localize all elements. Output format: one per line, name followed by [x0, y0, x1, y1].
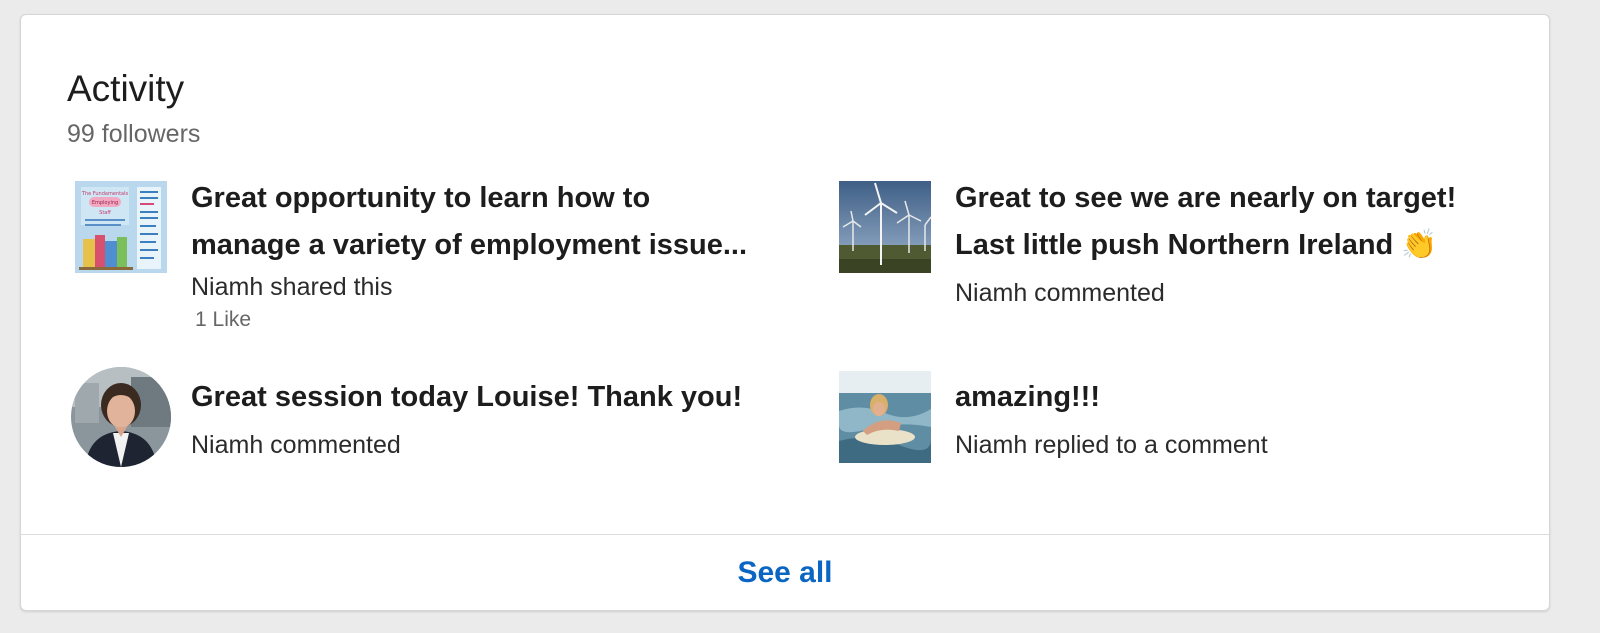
svg-text:The Fundamentals: The Fundamentals — [81, 191, 129, 197]
svg-text:Employing: Employing — [92, 200, 118, 206]
surfer-thumbnail[interactable] — [839, 371, 931, 463]
poster-thumbnail[interactable]: The Fundamentals Employing Staff — [75, 181, 167, 273]
svg-text:Staff: Staff — [99, 210, 111, 216]
activity-headline[interactable]: Great to see we are nearly on target! — [955, 175, 1456, 222]
section-title: Activity — [67, 68, 185, 109]
activity-actor: Niamh replied to a comment — [955, 431, 1268, 459]
wind-turbines-thumbnail[interactable] — [839, 181, 931, 273]
like-count[interactable]: 1 Like — [195, 306, 251, 334]
activity-headline[interactable]: Great session today Louise! Thank you! — [191, 374, 742, 421]
profile-photo[interactable] — [71, 367, 171, 467]
activity-headline-continued[interactable]: manage a variety of employment issue... — [191, 222, 747, 269]
activity-headline[interactable]: Great opportunity to learn how to — [191, 175, 650, 222]
activity-headline-continued[interactable]: Last little push Northern Ireland 👏 — [955, 222, 1437, 269]
activity-headline-text: Last little push Northern Ireland — [955, 229, 1394, 261]
activity-card: Activity 99 followers The Fundamentals E… — [20, 14, 1550, 611]
clapping-hands-emoji-icon: 👏 — [1401, 229, 1438, 261]
activity-actor: Niamh commented — [955, 279, 1165, 307]
activity-actor: Niamh commented — [191, 431, 401, 459]
activity-headline[interactable]: amazing!!! — [955, 374, 1100, 421]
activity-actor: Niamh shared this — [191, 273, 393, 301]
followers-count[interactable]: 99 followers — [67, 118, 200, 150]
see-all-button[interactable]: See all — [21, 535, 1549, 610]
